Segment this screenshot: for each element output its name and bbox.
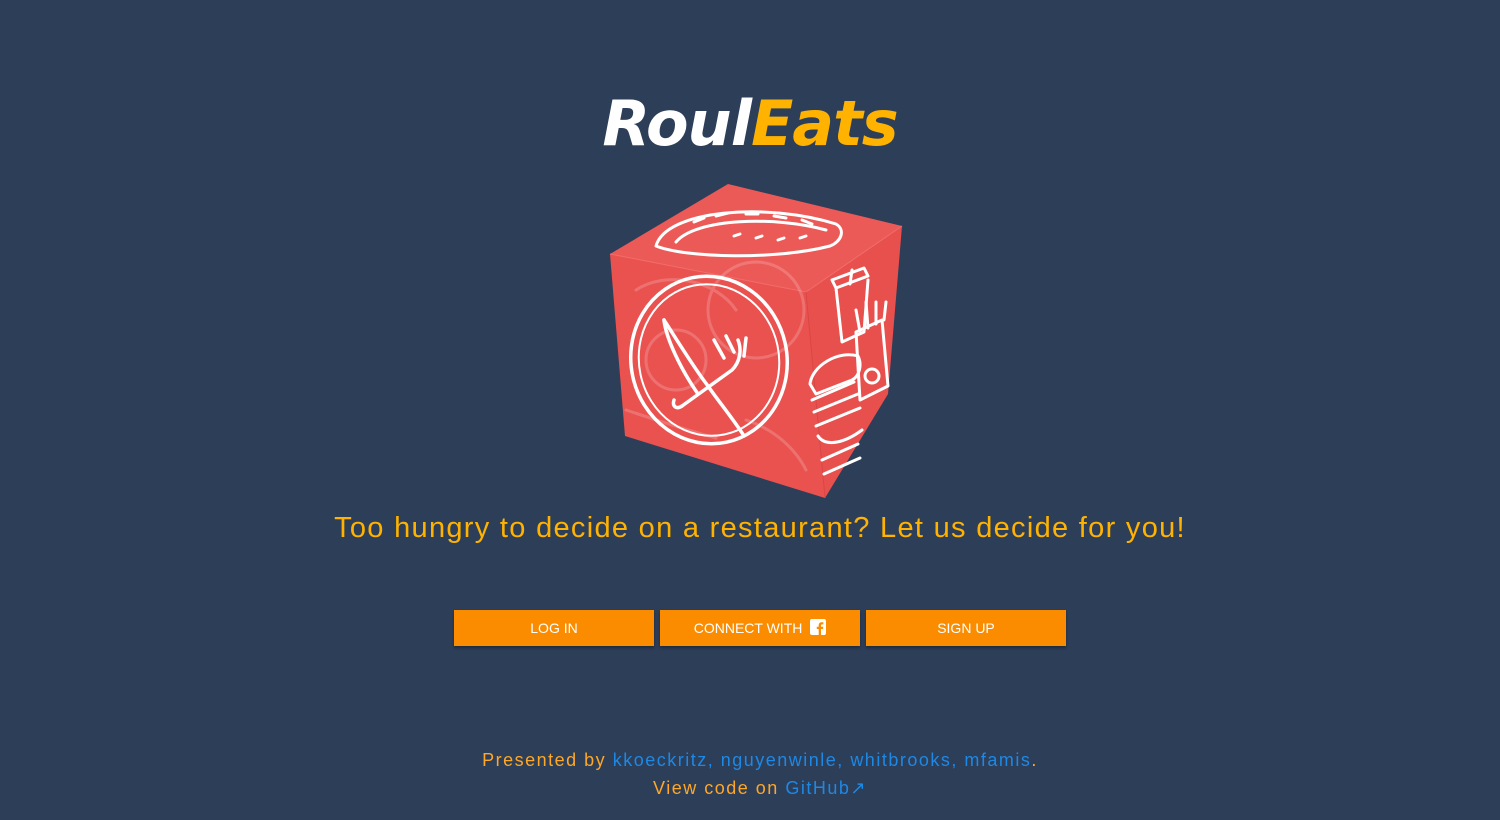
footer: Presented by kkoeckritz, nguyenwinle, wh… [0,746,1500,802]
logo-part-eats: Eats [750,87,899,160]
auth-buttons: LOG IN CONNECT WITH SIGN UP [454,610,1074,646]
author-link-nguyenwinle[interactable]: nguyenwinle [721,750,838,770]
logo-part-roul: Roul [602,87,752,160]
login-button[interactable]: LOG IN [454,610,654,646]
github-link[interactable]: GitHub↗ [785,778,867,798]
author-link-kkoeckritz[interactable]: kkoeckritz [613,750,708,770]
signup-button[interactable]: SIGN UP [866,610,1066,646]
login-button-label: LOG IN [530,620,578,636]
author-link-mfamis[interactable]: mfamis [964,750,1031,770]
github-link-label: GitHub [785,778,851,798]
facebook-icon [810,612,827,635]
author-separator: , [951,750,965,770]
source-line: View code on GitHub↗ [0,774,1500,802]
author-separator: , [707,750,721,770]
author-link-whitbrooks[interactable]: whitbrooks [850,750,951,770]
tagline: Too hungry to decide on a restaurant? Le… [334,512,1186,544]
app-logo: RoulEats [0,84,1500,164]
connect-button-label: CONNECT WITH [693,620,803,636]
credits-line: Presented by kkoeckritz, nguyenwinle, wh… [0,746,1500,774]
presented-by-label: Presented by [482,750,607,770]
signup-button-label: SIGN UP [937,620,995,636]
food-cube-icon [606,180,906,502]
external-link-icon: ↗ [850,778,867,798]
view-code-label: View code on [653,778,779,798]
author-separator: , [837,750,851,770]
connect-facebook-button[interactable]: CONNECT WITH [660,610,860,646]
credits-period: . [1031,750,1038,770]
landing-page: RoulEats Too hungry to decide on a resta… [0,0,1500,820]
